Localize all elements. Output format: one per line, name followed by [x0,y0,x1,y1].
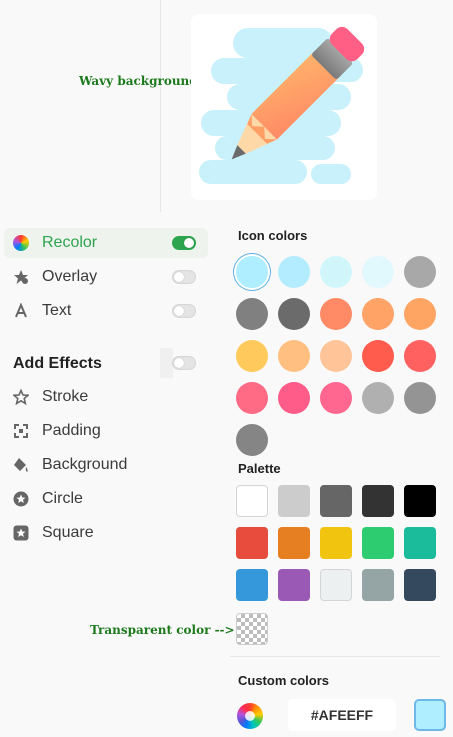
effects-toggle[interactable] [172,356,196,370]
recolor-toggle[interactable] [172,236,196,250]
palette-swatch[interactable] [362,527,394,559]
effect-stroke[interactable]: Stroke [4,382,208,412]
palette-swatch[interactable] [404,527,436,559]
effect-background[interactable]: Background [4,450,208,480]
overlay-toggle[interactable] [172,270,196,284]
icon-color-swatch[interactable] [278,340,310,372]
transparent-color-annotation: Transparent color --> [90,623,235,637]
menu-item-label: Stroke [42,388,89,405]
icon-color-swatch[interactable] [362,298,394,330]
star-outline-icon [12,388,30,406]
icon-color-swatch[interactable] [404,298,436,330]
current-color-swatch[interactable] [414,699,446,731]
square-star-icon [12,524,30,542]
transparent-color-swatch[interactable] [236,613,268,645]
menu-item-label: Background [42,456,128,473]
custom-colors-title: Custom colors [238,673,330,688]
icon-color-swatch[interactable] [236,382,268,414]
icon-color-swatch[interactable] [404,256,436,288]
icon-color-swatch[interactable] [278,382,310,414]
menu-item-label: Circle [42,490,83,507]
palette-swatch[interactable] [362,485,394,517]
icon-color-swatch[interactable] [278,256,310,288]
palette-swatch[interactable] [362,569,394,601]
palette-swatch[interactable] [278,527,310,559]
text-icon [12,302,30,320]
icon-color-swatch[interactable] [362,382,394,414]
icon-color-swatch[interactable] [278,298,310,330]
icon-color-swatch[interactable] [236,424,268,456]
menu-item-label: Recolor [42,234,98,251]
palette-swatch[interactable] [278,485,310,517]
palette-swatch[interactable] [404,485,436,517]
palette-title: Palette [238,461,281,476]
paint-bucket-icon [12,456,30,474]
palette-swatch[interactable] [320,569,352,601]
hex-color-input[interactable] [288,699,396,731]
palette-swatch[interactable] [278,569,310,601]
padding-icon [12,422,30,440]
menu-item-label: Text [42,302,72,319]
icon-color-swatch[interactable] [404,340,436,372]
circle-star-icon [12,490,30,508]
overlay-icon [12,268,30,286]
effect-square[interactable]: Square [4,518,208,548]
effect-circle[interactable]: Circle [4,484,208,514]
palette-swatch[interactable] [236,527,268,559]
color-wheel-icon [12,234,30,252]
icon-color-swatch[interactable] [404,382,436,414]
icon-color-swatch[interactable] [362,256,394,288]
palette-swatch[interactable] [404,569,436,601]
effect-padding[interactable]: Padding [4,416,208,446]
icon-color-swatch[interactable] [320,382,352,414]
icon-color-swatch[interactable] [320,256,352,288]
icon-color-swatch[interactable] [320,298,352,330]
icon-color-swatch[interactable] [236,256,268,288]
custom-divider [230,656,440,657]
menu-item-label: Square [42,524,94,541]
color-picker-icon[interactable] [237,703,263,729]
icon-preview [191,14,377,200]
menu-item-label: Overlay [42,268,98,285]
icon-color-swatch[interactable] [236,298,268,330]
icon-colors-title: Icon colors [238,228,308,243]
add-effects-title: Add Effects [13,355,102,372]
text-toggle[interactable] [172,304,196,318]
top-divider [160,0,161,212]
palette-swatch[interactable] [236,569,268,601]
palette-swatch[interactable] [320,485,352,517]
icon-color-swatch[interactable] [236,340,268,372]
palette-swatch[interactable] [236,485,268,517]
icon-color-swatch[interactable] [320,340,352,372]
icon-color-swatch[interactable] [362,340,394,372]
palette-swatch[interactable] [320,527,352,559]
pencil-preview-icon [199,26,365,184]
menu-item-label: Padding [42,422,101,439]
